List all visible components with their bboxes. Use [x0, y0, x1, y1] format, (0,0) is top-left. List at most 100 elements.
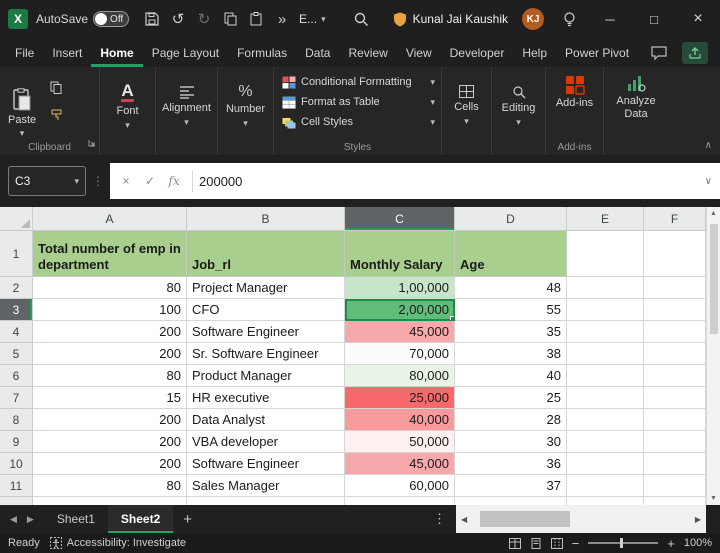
name-box-splitter[interactable]: ⋮	[92, 174, 104, 188]
analyze-data-button[interactable]: Analyze Data	[604, 67, 668, 155]
new-sheet-button[interactable]: +	[173, 505, 202, 533]
cell[interactable]	[187, 497, 345, 505]
row-header[interactable]: 7	[0, 387, 33, 409]
cell[interactable]	[644, 497, 706, 505]
cell-E3[interactable]	[567, 299, 644, 321]
quick-access-copy-button[interactable]	[217, 6, 243, 32]
cell-F7[interactable]	[644, 387, 706, 409]
more-commands-button[interactable]: »	[269, 6, 295, 32]
protection-notice[interactable]: Kunal Jai Kaushik	[393, 12, 508, 27]
cell-D4[interactable]: 35	[455, 321, 567, 343]
zoom-slider-thumb[interactable]	[620, 538, 623, 548]
account-avatar[interactable]: KJ	[522, 8, 544, 30]
cell-F4[interactable]	[644, 321, 706, 343]
cell-B1[interactable]: Job_rl	[187, 231, 345, 277]
cell-D5[interactable]: 38	[455, 343, 567, 365]
cell[interactable]	[455, 497, 567, 505]
cell-C8[interactable]: 40,000	[345, 409, 455, 431]
cell-E2[interactable]	[567, 277, 644, 299]
zoom-in-button[interactable]: +	[667, 536, 675, 551]
sheet-tab-sheet2[interactable]: Sheet2	[108, 505, 173, 533]
tab-developer[interactable]: Developer	[441, 38, 514, 67]
redo-button[interactable]: ↻	[191, 6, 217, 32]
cell-C10[interactable]: 45,000	[345, 453, 455, 475]
column-header-e[interactable]: E	[567, 207, 644, 231]
cell-F2[interactable]	[644, 277, 706, 299]
enter-button[interactable]: ✓	[138, 174, 162, 188]
cell-E1[interactable]	[567, 231, 644, 277]
row-header[interactable]: 10	[0, 453, 33, 475]
clipboard-dialog-launcher[interactable]	[88, 134, 96, 152]
cell-C5[interactable]: 70,000	[345, 343, 455, 365]
cell-E7[interactable]	[567, 387, 644, 409]
cell-B9[interactable]: VBA developer	[187, 431, 345, 453]
fill-handle[interactable]	[450, 316, 455, 321]
collapse-ribbon-button[interactable]: ∧	[705, 140, 712, 151]
close-button[interactable]: ×	[676, 0, 720, 38]
search-button[interactable]	[349, 6, 375, 32]
tab-view[interactable]: View	[397, 38, 441, 67]
tab-insert[interactable]: Insert	[43, 38, 91, 67]
cell-D1[interactable]: Age	[455, 231, 567, 277]
cell-B6[interactable]: Product Manager	[187, 365, 345, 387]
tab-power-pivot[interactable]: Power Pivot	[556, 38, 638, 67]
horizontal-scrollbar[interactable]: ◀ ▶	[456, 505, 706, 533]
cell-B5[interactable]: Sr. Software Engineer	[187, 343, 345, 365]
zoom-level-label[interactable]: 100%	[684, 537, 712, 549]
expand-formula-bar-button[interactable]: ∨	[705, 176, 712, 187]
row-header[interactable]: 9	[0, 431, 33, 453]
conditional-formatting-button[interactable]: Conditional Formatting ▾	[282, 72, 435, 92]
cell-A5[interactable]: 200	[33, 343, 187, 365]
previous-sheet-icon[interactable]: ◀	[10, 514, 17, 525]
page-break-preview-button[interactable]	[551, 538, 563, 549]
cell-F11[interactable]	[644, 475, 706, 497]
cell-F8[interactable]	[644, 409, 706, 431]
cell-A8[interactable]: 200	[33, 409, 187, 431]
cell-E6[interactable]	[567, 365, 644, 387]
number-group-collapsed[interactable]: % Number ▾	[218, 67, 274, 155]
cell-B4[interactable]: Software Engineer	[187, 321, 345, 343]
cell-A4[interactable]: 200	[33, 321, 187, 343]
row-header[interactable]: 11	[0, 475, 33, 497]
next-sheet-icon[interactable]: ▶	[27, 514, 34, 525]
cell-F9[interactable]	[644, 431, 706, 453]
cell-C9[interactable]: 50,000	[345, 431, 455, 453]
tab-page-layout[interactable]: Page Layout	[143, 38, 228, 67]
cell-D2[interactable]: 48	[455, 277, 567, 299]
format-as-table-button[interactable]: Format as Table ▾	[282, 92, 435, 112]
cell-E4[interactable]	[567, 321, 644, 343]
maximize-button[interactable]: □	[632, 0, 676, 38]
formula-value[interactable]: 200000	[199, 174, 242, 189]
scroll-left-icon[interactable]: ◀	[456, 515, 472, 524]
cell-B2[interactable]: Project Manager	[187, 277, 345, 299]
cell-A10[interactable]: 200	[33, 453, 187, 475]
cell-D8[interactable]: 28	[455, 409, 567, 431]
cell-D3[interactable]: 55	[455, 299, 567, 321]
editing-group-collapsed[interactable]: Editing ▾	[492, 67, 546, 155]
copy-button[interactable]	[44, 77, 68, 97]
scroll-up-icon[interactable]: ▲	[710, 207, 717, 220]
cell-C1[interactable]: Monthly Salary	[345, 231, 455, 277]
cell[interactable]	[567, 497, 644, 505]
formula-input[interactable]: × ✓ fx 200000 ∨	[110, 163, 720, 199]
row-header[interactable]: 1	[0, 231, 33, 277]
cell-B3[interactable]: CFO	[187, 299, 345, 321]
cell-C3-selected[interactable]: 2,00,000	[345, 299, 455, 321]
column-header-f[interactable]: F	[644, 207, 706, 231]
cancel-button[interactable]: ×	[114, 174, 138, 188]
alignment-group-collapsed[interactable]: Alignment ▾	[156, 67, 218, 155]
tab-home[interactable]: Home	[91, 38, 142, 67]
vertical-scrollbar-thumb[interactable]	[710, 224, 718, 334]
select-all-corner[interactable]	[0, 207, 33, 231]
sheet-tab-sheet1[interactable]: Sheet1	[44, 505, 108, 533]
cell-F1[interactable]	[644, 231, 706, 277]
cell-D7[interactable]: 25	[455, 387, 567, 409]
tab-formulas[interactable]: Formulas	[228, 38, 296, 67]
page-layout-view-button[interactable]	[530, 538, 542, 549]
cell-A3[interactable]: 100	[33, 299, 187, 321]
cell-C2[interactable]: 1,00,000	[345, 277, 455, 299]
excel-app-icon[interactable]: X	[8, 9, 28, 29]
sheet-options-button[interactable]: ⋮	[423, 505, 456, 533]
cell-F5[interactable]	[644, 343, 706, 365]
cell-A7[interactable]: 15	[33, 387, 187, 409]
